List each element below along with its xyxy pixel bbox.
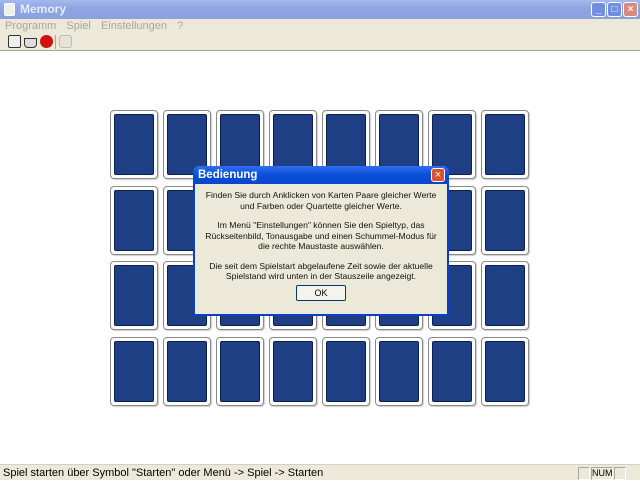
- card[interactable]: [110, 185, 158, 255]
- card[interactable]: [481, 110, 529, 179]
- card-back: [485, 265, 525, 326]
- title-bar: Memory _ □ ×: [0, 0, 640, 19]
- print-icon[interactable]: [24, 38, 37, 48]
- card[interactable]: [322, 336, 370, 406]
- menu-help[interactable]: ?: [177, 20, 183, 32]
- new-game-icon[interactable]: [8, 35, 21, 48]
- close-button[interactable]: ×: [623, 2, 638, 17]
- menu-programm[interactable]: Programm: [5, 20, 56, 32]
- card[interactable]: [375, 336, 423, 406]
- card[interactable]: [481, 336, 529, 406]
- card[interactable]: [216, 336, 264, 406]
- dialog-paragraph: Finden Sie durch Anklicken von Karten Pa…: [205, 190, 437, 211]
- card-back: [114, 189, 154, 251]
- statistics-icon[interactable]: [59, 35, 72, 48]
- app-icon: [4, 3, 15, 16]
- card[interactable]: [110, 336, 158, 406]
- window-title: Memory: [20, 2, 67, 16]
- card[interactable]: [481, 261, 529, 330]
- card-back: [485, 189, 525, 251]
- card[interactable]: [481, 185, 529, 255]
- card-back: [273, 340, 313, 402]
- card[interactable]: [110, 110, 158, 179]
- card-back: [432, 340, 472, 402]
- card[interactable]: [269, 336, 317, 406]
- dialog-close-button[interactable]: ×: [431, 168, 445, 182]
- num-lock-indicator: NUM: [591, 467, 613, 480]
- card-back: [114, 340, 154, 402]
- card[interactable]: [428, 336, 476, 406]
- status-bar: Spiel starten über Symbol "Starten" oder…: [0, 464, 640, 480]
- card-back: [326, 340, 366, 402]
- menu-spiel[interactable]: Spiel: [66, 20, 90, 32]
- status-pane: [578, 467, 590, 480]
- card-back: [379, 340, 419, 402]
- dialog-paragraph: Im Menü "Einstellungen" können Sie den S…: [205, 220, 437, 251]
- card-back: [485, 114, 525, 175]
- dialog-title: Bedienung: [193, 166, 449, 184]
- status-text: Spiel starten über Symbol "Starten" oder…: [3, 467, 324, 479]
- toolbar: [0, 33, 640, 51]
- card-back: [114, 265, 154, 326]
- toolbar-separator: [55, 35, 56, 49]
- menu-bar: Programm Spiel Einstellungen ?: [0, 19, 640, 33]
- status-pane: [614, 467, 626, 480]
- card-back: [167, 340, 207, 402]
- card[interactable]: [163, 336, 211, 406]
- stop-icon[interactable]: [40, 35, 53, 48]
- card-back: [114, 114, 154, 175]
- card-back: [485, 340, 525, 402]
- menu-einstellungen[interactable]: Einstellungen: [101, 20, 167, 32]
- maximize-button[interactable]: □: [607, 2, 622, 17]
- instructions-dialog: Bedienung × Finden Sie durch Anklicken v…: [193, 166, 449, 316]
- card[interactable]: [110, 261, 158, 330]
- dialog-paragraph: Die seit dem Spielstart abgelaufene Zeit…: [209, 260, 433, 282]
- ok-button[interactable]: OK: [296, 285, 346, 301]
- card-back: [220, 340, 260, 402]
- minimize-button[interactable]: _: [591, 2, 606, 17]
